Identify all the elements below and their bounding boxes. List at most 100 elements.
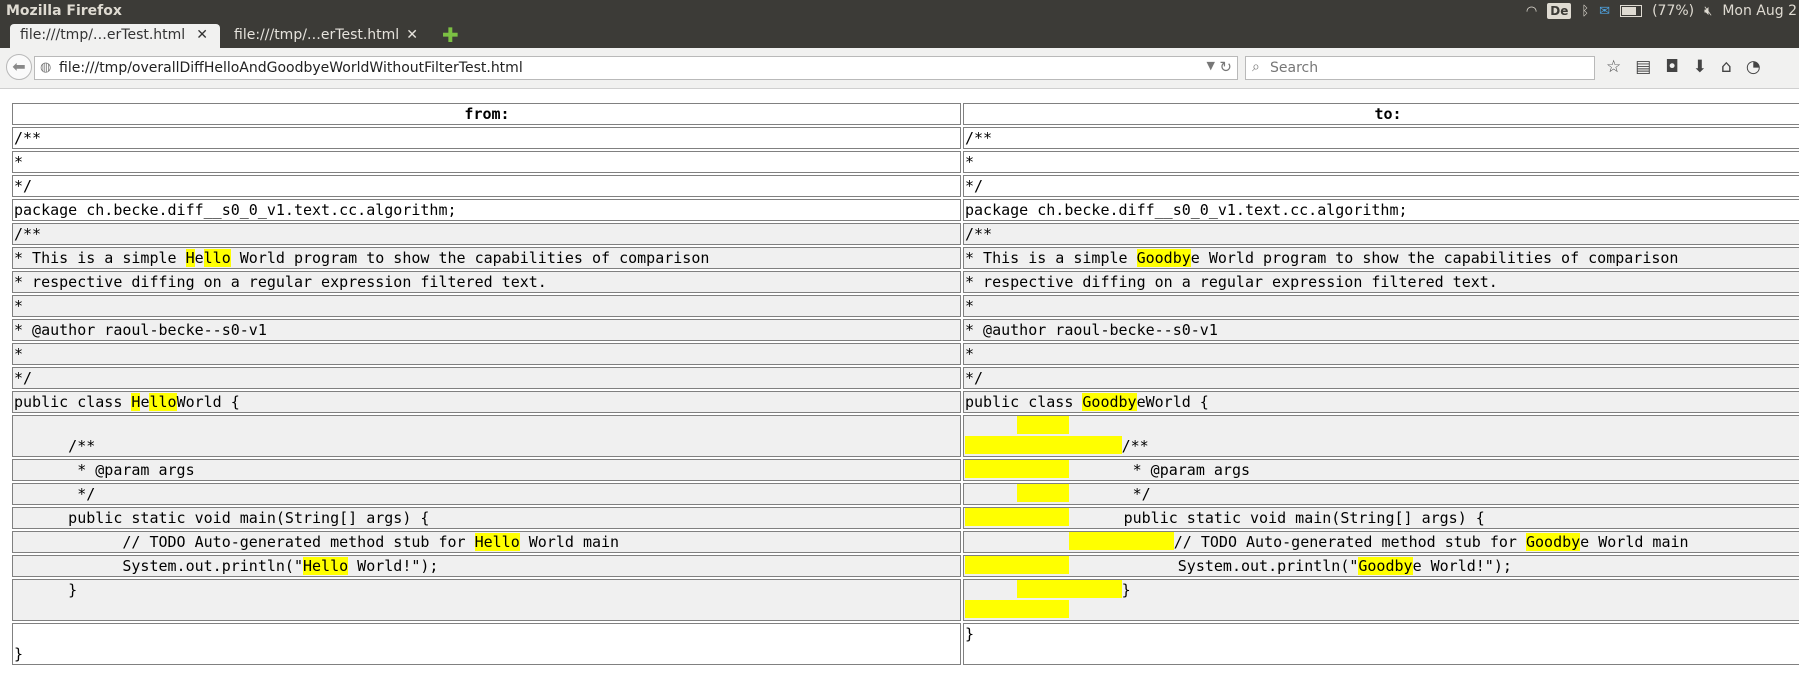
diff-highlight: llo (203, 249, 231, 267)
from-column-header: from: (12, 103, 961, 125)
code-text: /** (14, 437, 96, 455)
code-text: */ (14, 369, 33, 387)
keyboard-layout-indicator[interactable]: De (1547, 3, 1572, 19)
diff-row: * * (12, 343, 1799, 365)
diff-row: System.out.println("Hello World!"); Syst… (12, 555, 1799, 577)
from-cell: /** (12, 415, 961, 457)
to-cell: // TODO Auto-generated method stub for G… (963, 531, 1799, 553)
diff-highlight: llo (149, 393, 177, 411)
code-text: } (1121, 581, 1131, 599)
to-cell: } (963, 579, 1799, 621)
code-text: public static void main(String[] args) { (1069, 509, 1485, 527)
system-tray: ◠ De ᛒ ✉ (77%) 🔇︎ Mon Aug 2 (1526, 0, 1799, 22)
diff-row: // TODO Auto-generated method stub for H… (12, 531, 1799, 553)
back-arrow-icon[interactable]: ⬅ (6, 54, 32, 80)
window-title: Mozilla Firefox (6, 3, 122, 19)
code-text: World { (176, 393, 240, 411)
from-cell: package ch.becke.diff__s0_0_v1.text.cc.a… (12, 199, 961, 221)
diff-row: */ */ (12, 367, 1799, 389)
to-cell: */ (963, 175, 1799, 197)
from-cell: */ (12, 367, 961, 389)
code-text: // TODO Auto-generated method stub for (1173, 533, 1526, 551)
from-cell: // TODO Auto-generated method stub for H… (12, 531, 961, 553)
system-title-bar: Mozilla Firefox ◠ De ᛒ ✉ (77%) 🔇︎ Mon Au… (0, 0, 1799, 22)
page-content[interactable]: from: to: /**/** * * */*/package ch.becke.d… (0, 89, 1799, 698)
diff-row: }} (12, 579, 1799, 621)
from-cell: System.out.println("Hello World!"); (12, 555, 961, 577)
diff-gap-highlight (1069, 532, 1174, 550)
diff-row: * * (12, 295, 1799, 317)
to-cell: /** (963, 223, 1799, 245)
code-text: */ (965, 369, 984, 387)
mail-icon[interactable]: ✉ (1599, 4, 1610, 19)
diff-highlight: He (474, 533, 493, 551)
to-column-header: to: (963, 103, 1799, 125)
from-cell: * This is a simple Hello World program t… (12, 247, 961, 269)
code-text: * @author raoul-becke--s0-v1 (14, 321, 267, 339)
from-cell: public static void main(String[] args) { (12, 507, 961, 529)
code-text: * This is a simple (14, 249, 186, 267)
chevron-down-icon[interactable]: ▼ (1207, 59, 1215, 72)
diff-table: from: to: /**/** * * */*/package ch.becke.d… (10, 101, 1799, 667)
tab-2[interactable]: file:///tmp/…erTest.html ✕ (224, 24, 430, 48)
code-text: * This is a simple (965, 249, 1137, 267)
search-input[interactable] (1270, 59, 1580, 77)
code-text: World main (519, 533, 620, 551)
pocket-icon[interactable]: ◘ (1665, 57, 1678, 77)
bookmark-star-icon[interactable]: ☆ (1606, 57, 1621, 77)
to-cell: * respective diffing on a regular expres… (963, 271, 1799, 293)
home-icon[interactable]: ⌂ (1721, 57, 1732, 77)
battery-percentage: (77%) (1652, 3, 1695, 19)
to-cell: * @author raoul-becke--s0-v1 (963, 319, 1799, 341)
downloads-arrow-icon[interactable]: ⬇ (1693, 57, 1707, 77)
code-text: e (194, 249, 204, 267)
from-cell: /** (12, 223, 961, 245)
tab-1[interactable]: file:///tmp/…erTest.html ✕ (10, 24, 220, 48)
code-text: eWorld { (1136, 393, 1209, 411)
code-text: */ (14, 177, 33, 195)
diff-highlight: llo (492, 533, 520, 551)
from-cell: /** (12, 127, 961, 149)
code-text: } (965, 625, 975, 643)
to-cell: * (963, 295, 1799, 317)
bluetooth-icon[interactable]: ᛒ (1581, 4, 1589, 19)
diff-highlight: H (185, 249, 195, 267)
code-text: * @author raoul-becke--s0-v1 (965, 321, 1218, 339)
code-text: /** (14, 129, 42, 147)
volume-muted-icon[interactable]: 🔇︎ (1704, 4, 1712, 19)
from-cell: * (12, 295, 961, 317)
code-text: */ (14, 485, 96, 503)
code-text: * (14, 345, 24, 363)
diff-row: /** /** (12, 415, 1799, 457)
close-icon[interactable]: ✕ (196, 27, 208, 43)
to-cell: * (963, 151, 1799, 173)
from-cell: */ (12, 175, 961, 197)
battery-icon[interactable] (1620, 5, 1643, 17)
from-cell: * (12, 343, 961, 365)
from-cell: } (12, 579, 961, 621)
from-cell: * (12, 151, 961, 173)
chat-icon[interactable]: ◔ (1746, 57, 1761, 77)
navigation-toolbar: ⬅ ◍ file:///tmp/overallDiffHelloAndGoodb… (0, 48, 1799, 89)
new-tab-plus-icon[interactable]: ✚ (442, 25, 459, 45)
diff-row: */ */ (12, 483, 1799, 505)
clock[interactable]: Mon Aug 2 (1722, 3, 1797, 19)
to-cell: * @param args (963, 459, 1799, 481)
close-icon[interactable]: ✕ (406, 27, 418, 43)
address-bar[interactable]: ◍ file:///tmp/overallDiffHelloAndGoodbye… (34, 56, 1238, 80)
diff-highlight: llo (321, 557, 349, 575)
wifi-icon[interactable]: ◠ (1526, 4, 1537, 19)
reload-icon[interactable]: ↻ (1219, 58, 1232, 76)
search-icon: ⌕ (1252, 59, 1260, 75)
code-text: e World!"); (1412, 557, 1512, 575)
bookmarks-menu-icon[interactable]: ▤ (1635, 57, 1651, 77)
diff-row: /** /** (12, 223, 1799, 245)
diff-row: */ */ (12, 175, 1799, 197)
diff-row: * * (12, 151, 1799, 173)
from-cell: * @author raoul-becke--s0-v1 (12, 319, 961, 341)
search-box[interactable]: ⌕ (1245, 56, 1595, 80)
code-text: */ (965, 177, 984, 195)
code-text: * (965, 345, 975, 363)
code-text: e World program to show the capabilities… (1190, 249, 1679, 267)
to-cell: package ch.becke.diff__s0_0_v1.text.cc.a… (963, 199, 1799, 221)
